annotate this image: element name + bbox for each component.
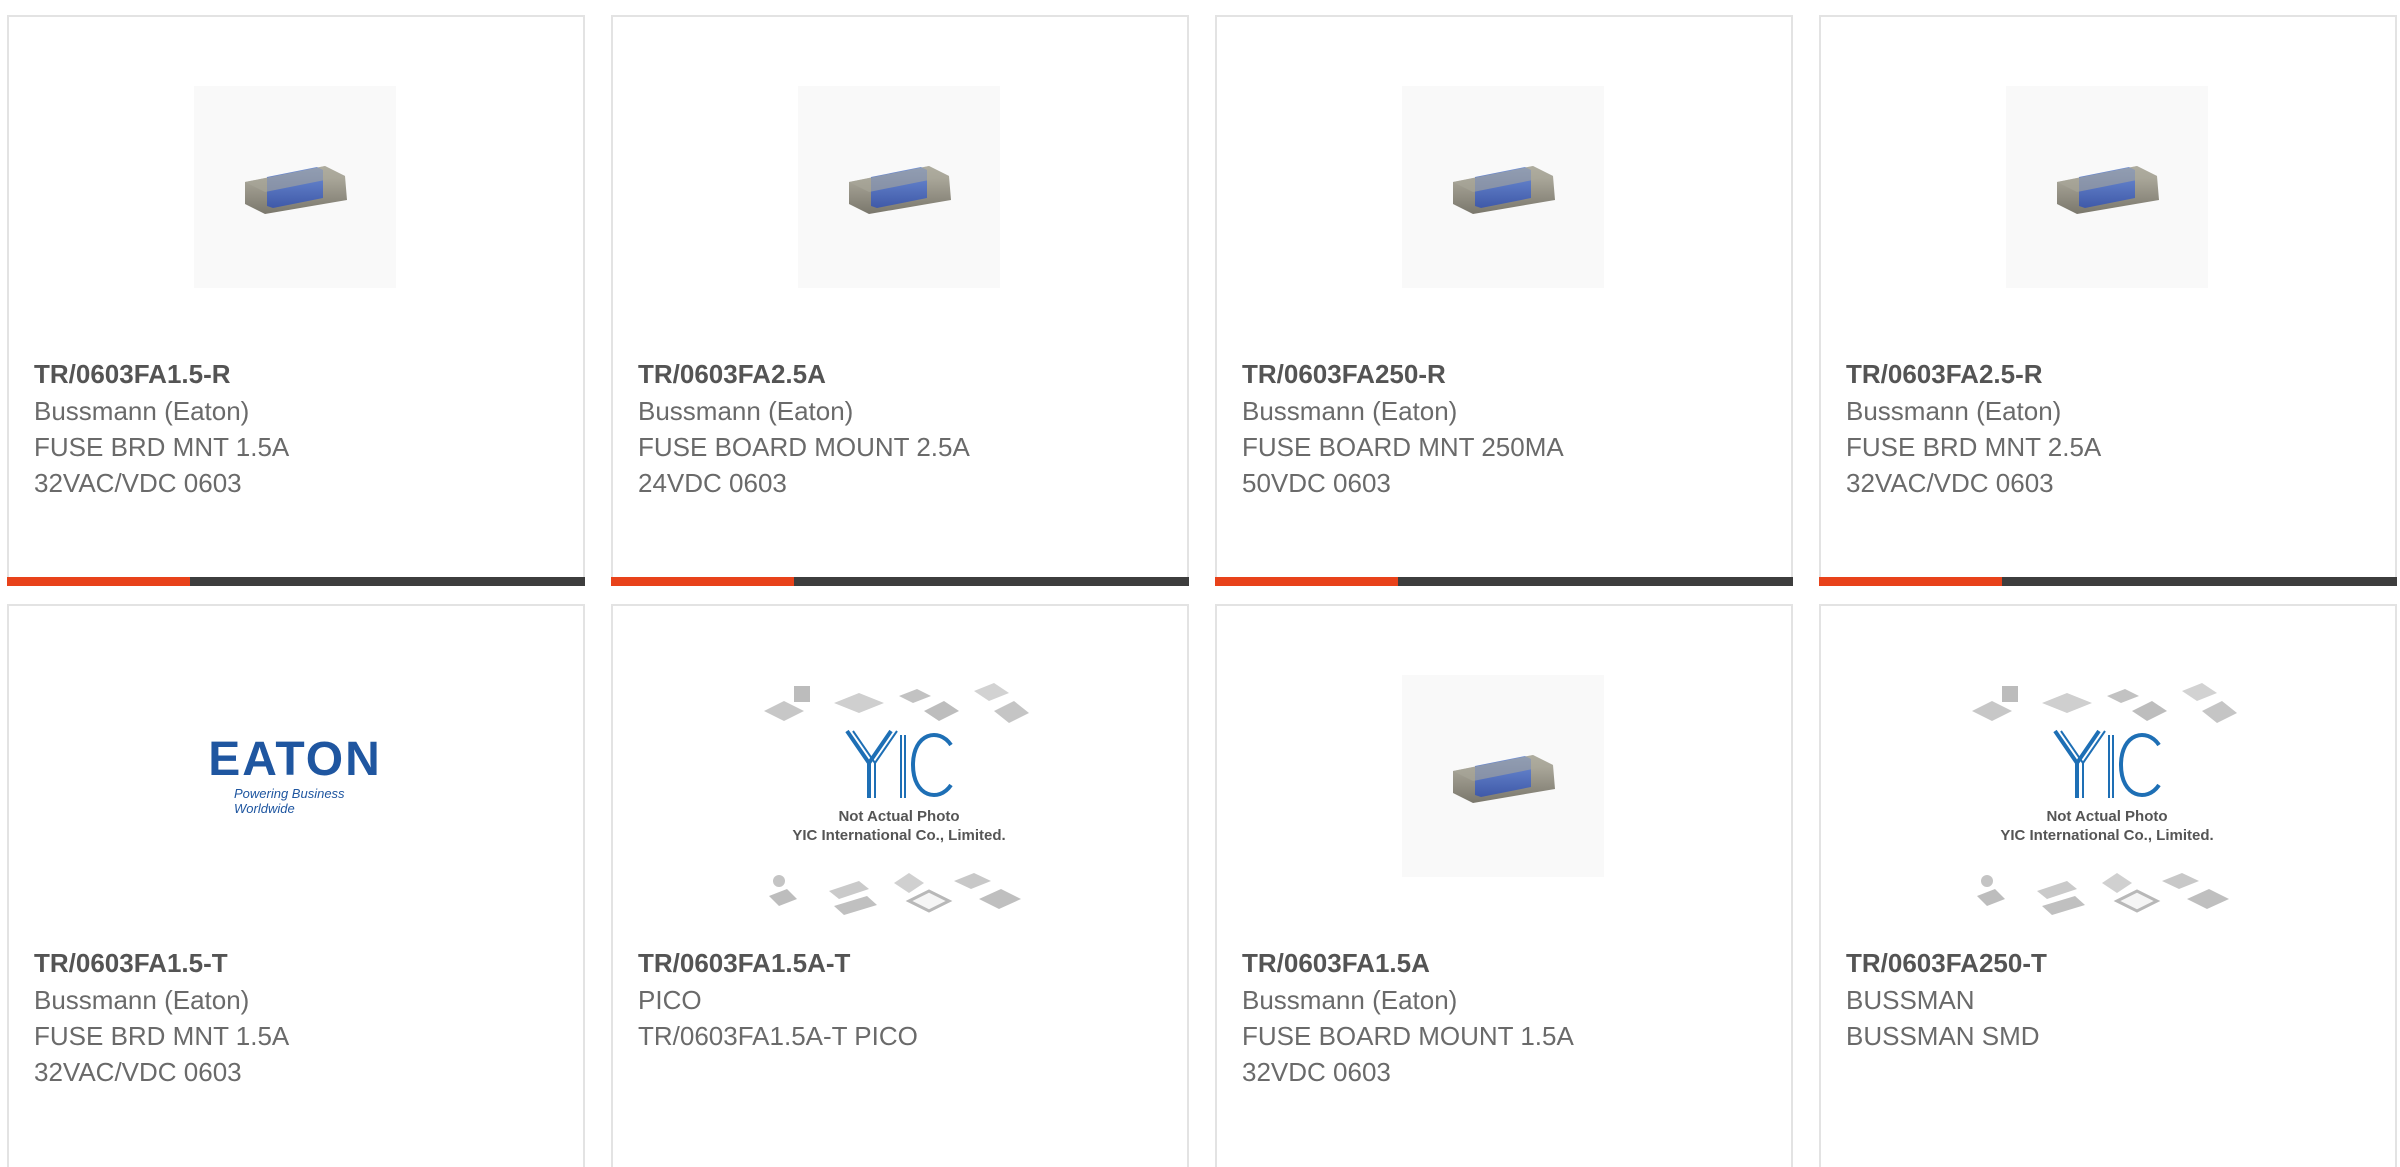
product-card[interactable]: TR/0603FA2.5-R Bussmann (Eaton) FUSE BRD… [1819, 15, 2397, 586]
product-card[interactable]: TR/0603FA2.5A Bussmann (Eaton) FUSE BOAR… [611, 15, 1189, 586]
description-line: 24VDC 0603 [638, 468, 787, 498]
yic-logo-icon [845, 729, 953, 798]
description-line: FUSE BRD MNT 1.5A [34, 432, 290, 462]
product-card[interactable]: TR/0603FA1.5-R Bussmann (Eaton) FUSE BRD… [7, 15, 585, 586]
card-bottom-bar [1215, 577, 1793, 586]
product-image[interactable]: EATON Powering Business Worldwide [194, 675, 396, 877]
card-bar-accent [1215, 577, 1398, 586]
description-line: FUSE BOARD MOUNT 1.5A [1242, 1021, 1574, 1051]
placeholder-company: YIC International Co., Limited. [792, 827, 1006, 844]
description-line: BUSSMAN SMD [1846, 1021, 2040, 1051]
card-bar-accent [7, 577, 190, 586]
description-line: TR/0603FA1.5A-T PICO [638, 1021, 918, 1051]
fuse-chip-icon [1453, 166, 1555, 214]
card-bottom-bar [1819, 577, 2397, 586]
product-image[interactable] [798, 86, 1000, 288]
card-bar-accent [611, 577, 794, 586]
fuse-chip-icon [849, 166, 951, 214]
description-line: 50VDC 0603 [1242, 468, 1391, 498]
product-image[interactable] [1402, 86, 1604, 288]
description-line: 32VAC/VDC 0603 [34, 468, 242, 498]
logo-tagline: Powering Business Worldwide [234, 786, 345, 816]
description-line: 32VAC/VDC 0603 [34, 1057, 242, 1087]
card-bottom-bar [611, 577, 1189, 586]
product-card[interactable]: Not Actual Photo YIC International Co., … [1819, 604, 2397, 1167]
product-card[interactable]: TR/0603FA250-R Bussmann (Eaton) FUSE BOA… [1215, 15, 1793, 586]
part-number[interactable]: TR/0603FA250-R [1242, 359, 1446, 390]
manufacturer: PICO [638, 985, 702, 1015]
chip-cluster-icon [1977, 873, 2229, 915]
description-line: FUSE BRD MNT 1.5A [34, 1021, 290, 1051]
part-number[interactable]: TR/0603FA1.5A-T [638, 948, 850, 979]
description-line: FUSE BOARD MNT 250MA [1242, 432, 1564, 462]
product-image[interactable]: Not Actual Photo YIC International Co., … [1966, 683, 2248, 926]
product-image[interactable] [194, 86, 396, 288]
description-line: 32VDC 0603 [1242, 1057, 1391, 1087]
product-card[interactable]: EATON Powering Business Worldwide TR/060… [7, 604, 585, 1167]
yic-placeholder: Not Actual Photo YIC International Co., … [1967, 681, 2247, 931]
yic-logo-icon [2053, 729, 2161, 798]
product-image[interactable]: Not Actual Photo YIC International Co., … [758, 683, 1040, 926]
logo-word: EATON [208, 733, 382, 786]
chip-cluster-icon [769, 873, 1021, 915]
part-number[interactable]: TR/0603FA1.5A [1242, 948, 1430, 979]
part-number[interactable]: TR/0603FA1.5-T [34, 948, 228, 979]
product-image[interactable] [1402, 675, 1604, 877]
card-bar-accent [1819, 577, 2002, 586]
placeholder-caption: Not Actual Photo [2046, 808, 2168, 825]
yic-placeholder: Not Actual Photo YIC International Co., … [759, 681, 1039, 931]
manufacturer: Bussmann (Eaton) [34, 985, 250, 1015]
description-line: FUSE BRD MNT 2.5A [1846, 432, 2102, 462]
manufacturer: BUSSMAN [1846, 985, 1975, 1015]
placeholder-caption: Not Actual Photo [838, 808, 960, 825]
manufacturer: Bussmann (Eaton) [1242, 396, 1458, 426]
placeholder-company: YIC International Co., Limited. [2000, 827, 2214, 844]
eaton-logo: EATON Powering Business Worldwide [194, 733, 396, 817]
product-card[interactable]: TR/0603FA1.5A Bussmann (Eaton) FUSE BOAR… [1215, 604, 1793, 1167]
card-bottom-bar [7, 577, 585, 586]
part-number[interactable]: TR/0603FA1.5-R [34, 359, 231, 390]
fuse-chip-icon [2057, 166, 2159, 214]
description-line: FUSE BOARD MOUNT 2.5A [638, 432, 970, 462]
product-image[interactable] [2006, 86, 2208, 288]
part-number[interactable]: TR/0603FA250-T [1846, 948, 2047, 979]
fuse-chip-icon [1453, 755, 1555, 803]
part-number[interactable]: TR/0603FA2.5A [638, 359, 826, 390]
product-grid: TR/0603FA1.5-R Bussmann (Eaton) FUSE BRD… [0, 0, 2400, 1167]
manufacturer: Bussmann (Eaton) [34, 396, 250, 426]
product-card[interactable]: Not Actual Photo YIC International Co., … [611, 604, 1189, 1167]
manufacturer: Bussmann (Eaton) [1846, 396, 2062, 426]
part-number[interactable]: TR/0603FA2.5-R [1846, 359, 2043, 390]
manufacturer: Bussmann (Eaton) [1242, 985, 1458, 1015]
manufacturer: Bussmann (Eaton) [638, 396, 854, 426]
fuse-chip-icon [245, 166, 347, 214]
description-line: 32VAC/VDC 0603 [1846, 468, 2054, 498]
